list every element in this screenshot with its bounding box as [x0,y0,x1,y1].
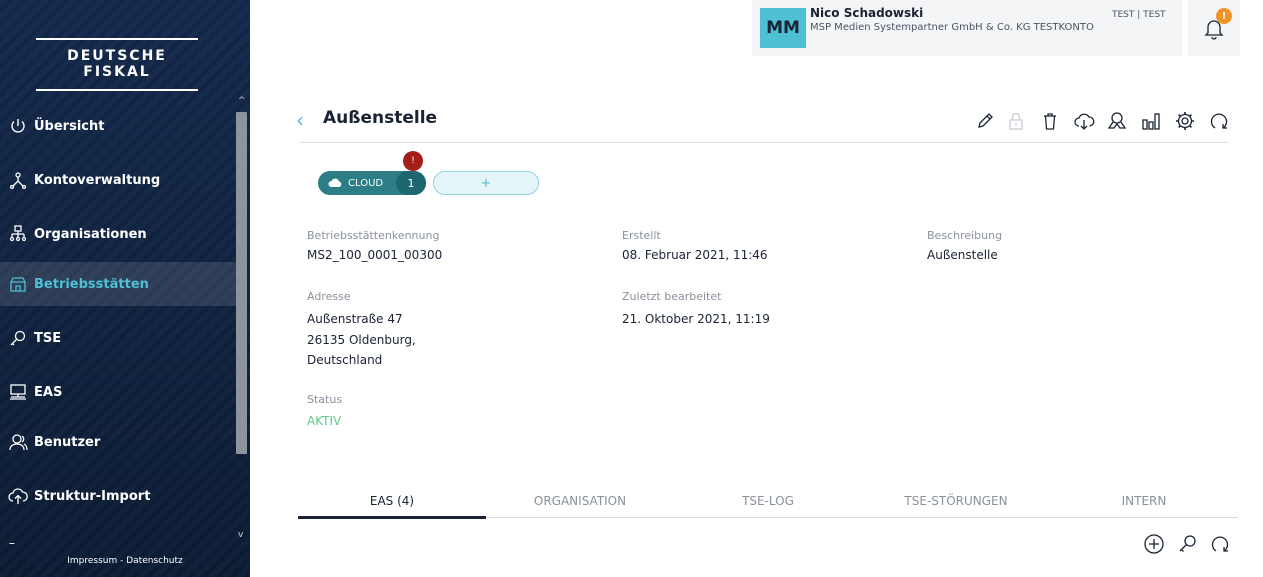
refresh-icon [1210,113,1228,129]
cloud-pill-label: CLOUD [348,177,384,189]
field-label: Beschreibung [927,229,1003,242]
cloud-icon [328,178,342,187]
cloud-download-icon [1074,113,1095,130]
address-line: 26135 Oldenburg, [307,333,416,347]
cloud-pill-count: 1 [396,171,426,195]
add-pill-button[interactable]: + [433,171,539,195]
pencil-icon [978,113,993,128]
field-label: Adresse [307,290,351,303]
lock-button [1005,110,1027,132]
refresh-button[interactable] [1208,110,1230,132]
footer-links[interactable]: Impressum - Datenschutz [0,556,236,566]
power-icon [8,116,28,136]
tab-tse-log[interactable]: TSE-LOG [674,494,862,514]
trash-icon [1044,113,1056,130]
sidebar-item-kontoverwaltung[interactable]: Kontoverwaltung [0,158,236,202]
org-chart-icon [8,224,28,244]
delete-button[interactable] [1039,110,1061,132]
refresh-icon [1211,536,1229,552]
tab-tse-stoerungen[interactable]: TSE-STÖRUNGEN [862,494,1050,514]
statistics-button[interactable] [1140,110,1162,132]
tab-intern[interactable]: INTERN [1050,494,1238,514]
user-company: MSP Medien Systempartner GmbH & Co. KG T… [810,22,1094,33]
sidebar-item-tse[interactable]: TSE [0,316,236,360]
sidebar-item-label: TSE [34,330,62,346]
sidebar-item-uebersicht[interactable]: Übersicht [0,104,236,148]
sidebar-item-label: Kontoverwaltung [34,172,161,188]
notification-badge: ! [1216,8,1232,24]
field-label: Zuletzt bearbeitet [622,290,722,303]
pos-terminal-icon [8,382,28,402]
footer-dash: – [9,536,15,550]
page-title: Außenstelle [323,108,438,128]
bar-chart-icon [1142,113,1160,130]
sidebar-item-label: Betriebsstätten [34,276,149,292]
account-tree-icon [8,170,28,190]
sidebar-item-benutzer[interactable]: Benutzer [0,420,236,464]
status-value: AKTIV [307,414,342,428]
plus-circle-icon [1144,534,1164,554]
lock-icon [1009,112,1023,130]
settings-button[interactable] [1174,110,1196,132]
cloud-alert-badge: ! [403,151,423,171]
field-value: 21. Oktober 2021, 11:19 [622,312,770,326]
add-eas-button[interactable] [1143,533,1165,555]
title-divider [300,142,1228,143]
sidebar-item-label: Organisationen [34,226,147,242]
field-label: Betriebsstättenkennung [307,229,440,242]
user-info[interactable]: MM Nico Schadowski MSP Medien Systempart… [752,0,1182,56]
field-value: MS2_100_0001_00300 [307,248,443,262]
sidebar-item-label: Struktur-Import [34,488,151,504]
address-line: Außenstraße 47 [307,312,403,326]
cloud-upload-icon [8,486,28,506]
tab-eas[interactable]: EAS (4) [298,494,486,514]
key-icon [8,328,28,348]
sidebar-item-eas[interactable]: EAS [0,370,236,414]
user-name: Nico Schadowski [810,6,924,20]
assign-tse-button[interactable] [1177,533,1199,555]
active-tab-indicator [298,516,486,519]
avatar: MM [760,8,806,48]
sidebar-item-label: Benutzer [34,434,101,450]
field-label: Status [307,393,343,406]
field-label: Erstellt [622,229,661,242]
sidebar-scrollbar[interactable] [236,112,247,454]
sidebar-item-struktur-import[interactable]: Struktur-Import [0,474,236,518]
field-value: 08. Februar 2021, 11:46 [622,248,768,262]
scroll-up-icon[interactable]: ^ [238,96,246,106]
cloud-pill[interactable]: CLOUD 1 [318,171,426,195]
award-icon [1107,112,1127,129]
gear-icon [1176,112,1194,130]
sidebar-item-organisationen[interactable]: Organisationen [0,212,236,256]
store-icon [8,274,28,294]
users-icon [8,432,28,452]
environment-tag: TEST | TEST [1112,10,1166,20]
refresh-list-button[interactable] [1209,533,1231,555]
edit-button[interactable] [974,110,996,132]
notifications-button[interactable] [1188,0,1240,56]
certificate-button[interactable] [1106,110,1128,132]
logo[interactable]: DEUTSCHE FISKAL [36,38,198,91]
sidebar-item-betriebsstaetten[interactable]: Betriebsstätten [0,262,236,306]
tab-organisation[interactable]: ORGANISATION [486,494,674,514]
key-icon [1179,535,1196,552]
sidebar: DEUTSCHE FISKAL Übersicht Kontoverwaltun… [0,0,250,577]
sidebar-item-label: EAS [34,384,63,400]
download-button[interactable] [1073,110,1095,132]
sidebar-item-label: Übersicht [34,118,105,134]
address-line: Deutschland [307,353,383,367]
scroll-down-icon[interactable]: v [238,530,243,540]
back-button[interactable]: ‹ [296,108,304,132]
field-value: Außenstelle [927,248,998,262]
